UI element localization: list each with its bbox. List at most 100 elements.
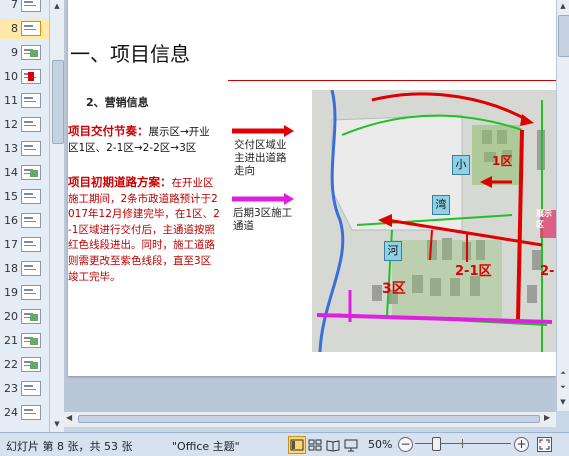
slide-sorter-view-icon[interactable] [306, 436, 324, 454]
scroll-left-arrow-icon[interactable]: ◀ [66, 413, 72, 422]
section-heading[interactable]: 2、营销信息 [86, 94, 149, 110]
theme-name[interactable]: "Office 主题" [172, 438, 240, 454]
zoom-in-icon[interactable]: + [514, 437, 529, 452]
site-plan-drawing [312, 90, 556, 352]
thumbnail-number: 13 [4, 142, 18, 155]
thumbnail-number: 24 [4, 406, 18, 419]
status-bar: 幻灯片 第 8 张，共 53 张 "Office 主题" 50% − + [0, 432, 569, 456]
thumbnail-number: 17 [4, 238, 18, 251]
slide-thumbnail-icon[interactable] [21, 333, 41, 348]
fit-to-window-icon[interactable] [537, 437, 552, 452]
zoom-slider-track[interactable] [415, 443, 511, 444]
thumbnail-slide-8[interactable]: 8 [0, 19, 49, 39]
thumbnail-number: 10 [4, 70, 18, 83]
zoom-slider-thumb[interactable] [431, 437, 441, 451]
slide-title[interactable]: 一、项目信息 [70, 38, 190, 67]
site-plan-map[interactable]: 1区 2-1区 2- 3区 展示区 小 湾 河 [312, 90, 556, 352]
slide-thumbnail-icon[interactable] [21, 0, 41, 12]
slide-thumbnail-icon[interactable] [21, 237, 41, 252]
zone-1-label: 1区 [492, 154, 513, 168]
thumbnail-slide-20[interactable]: 20 [0, 307, 49, 327]
slide-thumbnail-pane[interactable]: 7 8 9 10 11 12 13 14 15 16 17 18 19 20 21 22 23 24 [0, 0, 50, 432]
thumbnail-slide-12[interactable]: 12 [0, 115, 49, 135]
slide-thumbnail-icon[interactable] [21, 141, 41, 156]
thumbnail-slide-7[interactable]: 7 [0, 0, 49, 15]
road-plan-paragraph[interactable]: 项目初期道路方案：在开业区施工期间，2条市政道路预计于2017年12月修建完毕，… [68, 175, 220, 285]
scroll-right-arrow-icon[interactable]: ▶ [544, 413, 550, 422]
thumbnail-number: 12 [4, 118, 18, 131]
thumbnail-number: 7 [11, 0, 18, 11]
thumbnail-number: 15 [4, 190, 18, 203]
zoom-slider-center-tick [462, 439, 463, 448]
slide-thumbnail-icon[interactable] [21, 93, 41, 108]
thumbnail-scroll-thumb[interactable] [52, 60, 64, 144]
purple-arrow-icon [232, 193, 294, 205]
thumbnail-slide-13[interactable]: 13 [0, 139, 49, 159]
slide-thumbnail-icon[interactable] [21, 381, 41, 396]
slide-thumbnail-icon[interactable] [21, 309, 41, 324]
previous-slide-icon[interactable]: ⏶ [557, 367, 569, 380]
thumbnail-slide-21[interactable]: 21 [0, 331, 49, 351]
normal-view-icon[interactable] [288, 436, 306, 454]
thumbnail-slide-22[interactable]: 22 [0, 355, 49, 375]
horizontal-scroll-thumb[interactable] [78, 415, 540, 423]
badge-small: 小 [452, 155, 470, 175]
slide-thumbnail-icon[interactable] [21, 165, 41, 180]
slide-thumbnail-icon[interactable] [21, 357, 41, 372]
slideshow-view-icon[interactable] [342, 436, 360, 454]
zone-3-label: 3区 [382, 281, 406, 297]
slide-canvas[interactable]: 一、项目信息 2、营销信息 项目交付节奏：展示区→开业区1区、2-1区→2-2区… [68, 0, 556, 376]
slide-thumbnail-icon[interactable] [21, 21, 41, 36]
slide-thumbnail-icon[interactable] [21, 117, 41, 132]
slide-thumbnail-icon[interactable] [21, 45, 41, 60]
next-slide-icon[interactable]: ⏷ [557, 381, 569, 394]
scroll-down-arrow-icon[interactable]: ▼ [557, 396, 569, 409]
thumbnail-number: 23 [4, 382, 18, 395]
slide-editing-area[interactable]: 一、项目信息 2、营销信息 项目交付节奏：展示区→开业区1区、2-1区→2-2区… [64, 0, 556, 411]
horizontal-scroll-track[interactable] [78, 415, 540, 423]
road-plan-heading: 项目初期道路方案： [68, 175, 172, 189]
zoom-level-text[interactable]: 50% [368, 438, 392, 451]
zone-2-2-label: 2- [540, 264, 555, 279]
delivery-paragraph[interactable]: 项目交付节奏：展示区→开业区1区、2-1区→2-2区→3区 [68, 124, 220, 156]
thumbnail-number: 20 [4, 310, 18, 323]
thumbnail-slide-18[interactable]: 18 [0, 259, 49, 279]
badge-bay: 湾 [432, 195, 450, 215]
slide-thumbnail-icon[interactable] [21, 285, 41, 300]
thumbnail-slide-10[interactable]: 10 [0, 67, 49, 87]
thumbnail-slide-11[interactable]: 11 [0, 91, 49, 111]
thumbnail-slide-24[interactable]: 24 [0, 403, 49, 423]
showroom-label: 展示区 [536, 209, 552, 229]
thumbnail-number: 19 [4, 286, 18, 299]
slide-horizontal-scrollbar[interactable]: ◀ ▶ [64, 411, 556, 427]
zoom-out-icon[interactable]: − [398, 437, 413, 452]
zone-2-1-label: 2-1区 [455, 264, 492, 279]
slide-thumbnail-icon[interactable] [21, 69, 41, 84]
purple-route-label: 后期3区施工通道 [233, 207, 293, 232]
red-arrow-icon [232, 125, 294, 137]
reading-view-icon[interactable] [324, 436, 342, 454]
slide-thumbnail-icon[interactable] [21, 261, 41, 276]
thumbnail-slide-23[interactable]: 23 [0, 379, 49, 399]
thumbnail-slide-17[interactable]: 17 [0, 235, 49, 255]
slide-thumbnail-icon[interactable] [21, 405, 41, 420]
thumbnail-number: 14 [4, 166, 18, 179]
thumbnail-slide-9[interactable]: 9 [0, 43, 49, 63]
slide-vertical-scrollbar[interactable]: ▲ ⏶ ⏷ ▼ [556, 0, 569, 411]
thumbnail-number: 11 [4, 94, 18, 107]
scroll-up-arrow-icon[interactable]: ▲ [557, 0, 569, 13]
title-underline [228, 80, 556, 81]
scroll-down-arrow-icon[interactable]: ▼ [51, 418, 63, 431]
slide-scroll-thumb[interactable] [558, 15, 569, 57]
scroll-up-arrow-icon[interactable]: ▲ [51, 0, 63, 13]
thumbnail-slide-16[interactable]: 16 [0, 211, 49, 231]
red-route-label: 交付区域业主进出道路走向 [234, 139, 287, 177]
thumbnail-scrollbar[interactable]: ▲ ▼ [49, 0, 64, 432]
road-plan-text: 在开业区施工期间，2条市政道路预计于2017年12月修建完毕，在1区、2-1区域… [68, 177, 220, 283]
slide-thumbnail-icon[interactable] [21, 213, 41, 228]
thumbnail-slide-14[interactable]: 14 [0, 163, 49, 183]
thumbnail-slide-19[interactable]: 19 [0, 283, 49, 303]
slide-thumbnail-icon[interactable] [21, 189, 41, 204]
thumbnail-number: 16 [4, 214, 18, 227]
thumbnail-slide-15[interactable]: 15 [0, 187, 49, 207]
